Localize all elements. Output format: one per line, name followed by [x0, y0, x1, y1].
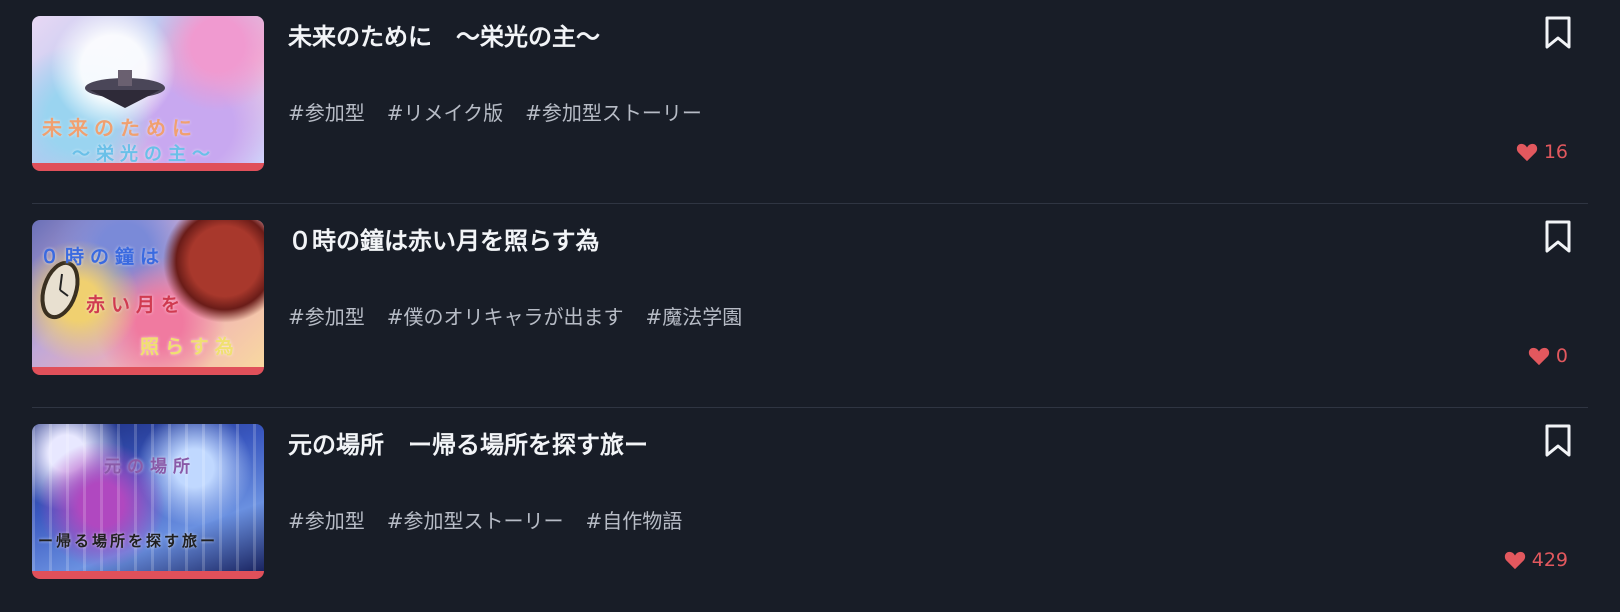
- like-button[interactable]: 429: [1504, 549, 1568, 571]
- heart-icon: [1528, 347, 1550, 366]
- thumbnail-caption-line1: ０時の鐘は: [40, 246, 166, 268]
- story-title[interactable]: 未来のために 〜栄光の主〜: [288, 17, 600, 52]
- story-list: 未来のために 〜栄光の主〜 未来のために 〜栄光の主〜 #参加型 #リメイク版 …: [32, 0, 1588, 612]
- floating-island-shape: [85, 70, 165, 108]
- story-item: 未来のために 〜栄光の主〜 未来のために 〜栄光の主〜 #参加型 #リメイク版 …: [32, 0, 1588, 204]
- bookmark-icon[interactable]: [1544, 424, 1572, 458]
- heart-icon: [1516, 143, 1537, 162]
- heart-icon: [1504, 551, 1525, 570]
- like-button[interactable]: 0: [1528, 345, 1568, 367]
- thumbnail-accent-bar: [32, 571, 264, 579]
- tag-link[interactable]: #参加型ストーリー: [387, 505, 564, 534]
- tag-link[interactable]: #リメイク版: [387, 97, 503, 126]
- tag-link[interactable]: #参加型: [288, 505, 365, 534]
- tag-link[interactable]: #参加型ストーリー: [525, 97, 702, 126]
- story-item: ０時の鐘は 赤い月を 照らす為 ０時の鐘は赤い月を照らす為 #参加型 #僕のオリ…: [32, 204, 1588, 408]
- story-tags: #参加型 #リメイク版 #参加型ストーリー: [288, 97, 702, 126]
- story-thumbnail[interactable]: ０時の鐘は 赤い月を 照らす為: [32, 220, 264, 375]
- like-button[interactable]: 16: [1516, 141, 1568, 163]
- like-count: 429: [1531, 549, 1568, 571]
- thumbnail-caption-line2: 赤い月を: [86, 294, 187, 316]
- story-thumbnail[interactable]: 元の場所 ー帰る場所を探す旅ー: [32, 424, 264, 579]
- story-title[interactable]: 元の場所 ー帰る場所を探す旅ー: [288, 425, 648, 460]
- tag-link[interactable]: #参加型: [288, 301, 365, 330]
- like-count: 16: [1543, 141, 1568, 163]
- story-thumbnail[interactable]: 未来のために 〜栄光の主〜: [32, 16, 264, 171]
- tag-link[interactable]: #自作物語: [586, 505, 683, 534]
- thumbnail-caption-line3: 照らす為: [140, 336, 240, 358]
- bookmark-icon[interactable]: [1544, 16, 1572, 50]
- thumbnail-caption-line1: 未来のために: [42, 116, 198, 140]
- thumbnail-caption-line1: 元の場所: [104, 457, 196, 477]
- like-count: 0: [1555, 345, 1568, 367]
- thumbnail-accent-bar: [32, 367, 264, 375]
- tag-link[interactable]: #魔法学園: [646, 301, 743, 330]
- story-item: 元の場所 ー帰る場所を探す旅ー 元の場所 ー帰る場所を探す旅ー #参加型 #参加…: [32, 408, 1588, 612]
- thumbnail-accent-bar: [32, 163, 264, 171]
- tag-link[interactable]: #僕のオリキャラが出ます: [387, 301, 624, 330]
- story-tags: #参加型 #僕のオリキャラが出ます #魔法学園: [288, 301, 742, 330]
- story-title[interactable]: ０時の鐘は赤い月を照らす為: [288, 221, 600, 256]
- story-tags: #参加型 #参加型ストーリー #自作物語: [288, 505, 682, 534]
- tag-link[interactable]: #参加型: [288, 97, 365, 126]
- bookmark-icon[interactable]: [1544, 220, 1572, 254]
- thumbnail-caption-line2: ー帰る場所を探す旅ー: [38, 532, 219, 550]
